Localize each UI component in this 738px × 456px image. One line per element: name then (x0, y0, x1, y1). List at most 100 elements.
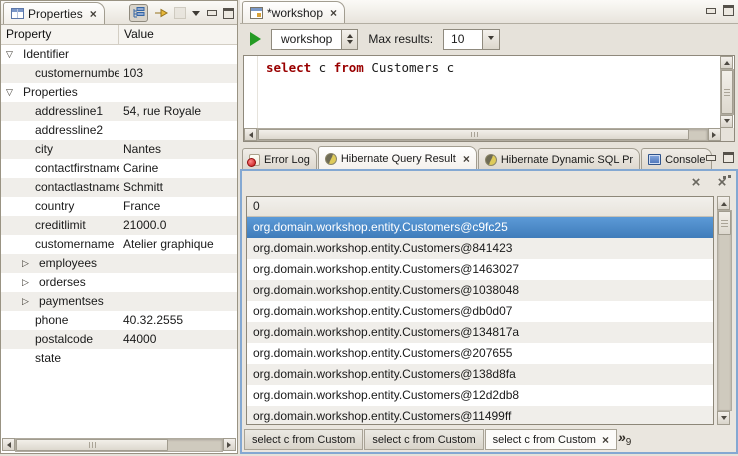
scroll-right-icon[interactable] (223, 438, 236, 451)
tab-error-log[interactable]: Error Log (242, 148, 317, 170)
expanded-arrow-icon[interactable]: ▽ (6, 45, 18, 64)
result-row[interactable]: org.domain.workshop.entity.Customers@134… (247, 322, 713, 343)
view-menu-icon[interactable] (192, 11, 200, 20)
property-row[interactable]: countryFrance (1, 197, 237, 216)
result-row[interactable]: org.domain.workshop.entity.Customers@138… (247, 364, 713, 385)
minimize-icon[interactable] (206, 8, 217, 18)
result-row[interactable]: org.domain.workshop.entity.Customers@103… (247, 280, 713, 301)
results-column-header[interactable]: 0 (247, 197, 713, 217)
scroll-thumb[interactable] (16, 439, 168, 451)
results-tabbar-tabs: Error LogHibernate Query Result×Hibernat… (242, 146, 712, 170)
property-value (119, 349, 237, 368)
maximize-icon[interactable] (723, 152, 734, 163)
property-row[interactable]: addressline154, rue Royale (1, 102, 237, 121)
tab-overflow-chevron[interactable]: » 9 (618, 430, 631, 448)
query-editor-area[interactable]: select c from Customers c (243, 55, 735, 142)
result-page-tab[interactable]: select c from Custom (364, 429, 483, 450)
property-row[interactable]: ▷employees (1, 254, 237, 273)
close-icon[interactable]: × (463, 153, 470, 165)
property-row[interactable]: ▷orderses (1, 273, 237, 292)
restore-default-value-icon[interactable] (174, 7, 186, 19)
property-row[interactable]: ▽Properties (1, 83, 237, 102)
result-row[interactable]: org.domain.workshop.entity.Customers@c9f… (247, 217, 713, 238)
minimize-icon[interactable] (705, 6, 716, 16)
tab-label: Properties (28, 7, 83, 21)
editor-query-line[interactable]: select c from Customers c (266, 60, 454, 75)
property-row[interactable]: postalcode44000 (1, 330, 237, 349)
tab-workshop-editor[interactable]: *workshop × (242, 1, 345, 23)
properties-table-icon (11, 8, 24, 19)
result-row[interactable]: org.domain.workshop.entity.Customers@207… (247, 343, 713, 364)
editor-hscrollbar (244, 128, 721, 141)
result-row[interactable]: org.domain.workshop.entity.Customers@12d… (247, 385, 713, 406)
tab-label: Console (665, 154, 705, 166)
max-results-label: Max results: (368, 32, 433, 46)
run-hql-icon[interactable] (250, 32, 261, 46)
column-header-value[interactable]: Value (119, 25, 237, 44)
tab-properties[interactable]: Properties × (3, 2, 105, 24)
configuration-combo[interactable]: workshop (271, 29, 358, 50)
query-token: select (266, 60, 311, 75)
show-advanced-properties-icon[interactable] (154, 7, 168, 19)
max-results-field[interactable]: 10 (443, 29, 483, 50)
close-icon[interactable]: × (602, 434, 609, 446)
minimize-icon[interactable] (705, 153, 716, 163)
property-row[interactable]: ▽Identifier (1, 45, 237, 64)
property-name-cell: ▷employees (1, 254, 119, 273)
property-row[interactable]: creditlimit21000.0 (1, 216, 237, 235)
categories-tree-icon[interactable] (129, 4, 148, 22)
dropdown-icon[interactable] (482, 29, 500, 50)
tab-console[interactable]: Console (641, 148, 712, 170)
result-page-tab[interactable]: select c from Custom× (485, 429, 617, 450)
editor-gutter (244, 56, 258, 128)
maximize-icon[interactable] (223, 8, 234, 19)
result-row[interactable]: org.domain.workshop.entity.Customers@db0… (247, 301, 713, 322)
collapsed-arrow-icon[interactable]: ▷ (22, 292, 34, 311)
property-name-cell: addressline1 (1, 102, 119, 121)
maximize-icon[interactable] (723, 5, 734, 16)
property-value (119, 121, 237, 140)
scroll-left-icon[interactable] (2, 438, 15, 451)
properties-view: Properties × Property Value ▽Identifierc… (0, 0, 238, 454)
properties-toolbar (129, 4, 234, 22)
scroll-right-icon[interactable] (708, 128, 721, 141)
scroll-up-icon[interactable] (720, 56, 733, 69)
collapsed-arrow-icon[interactable]: ▷ (22, 273, 34, 292)
property-value (119, 273, 237, 292)
tab-hibernate-dynamic-sql-pr[interactable]: Hibernate Dynamic SQL Pr (478, 148, 640, 170)
property-row[interactable]: customernameAtelier graphique (1, 235, 237, 254)
property-row[interactable]: customernumber103 (1, 64, 237, 83)
property-value: Carine (119, 159, 237, 178)
scroll-thumb[interactable] (258, 129, 689, 140)
spinner-icon[interactable] (341, 30, 357, 49)
close-icon[interactable]: × (330, 7, 337, 19)
expanded-arrow-icon[interactable]: ▽ (6, 83, 18, 102)
scroll-left-icon[interactable] (244, 128, 257, 141)
property-row[interactable]: state (1, 349, 237, 368)
scroll-down-icon[interactable] (720, 115, 733, 128)
close-page-icon[interactable] (689, 176, 703, 190)
close-icon[interactable]: × (90, 8, 97, 20)
hibernate-icon (485, 154, 497, 166)
property-row[interactable]: cityNantes (1, 140, 237, 159)
scroll-up-icon[interactable] (717, 196, 730, 210)
column-header-property[interactable]: Property (1, 25, 119, 44)
property-row[interactable]: addressline2 (1, 121, 237, 140)
property-row[interactable]: phone40.32.2555 (1, 311, 237, 330)
result-page-tab[interactable]: select c from Custom (244, 429, 363, 450)
scroll-thumb[interactable] (718, 211, 731, 235)
property-label: phone (35, 311, 68, 330)
tab-hibernate-query-result[interactable]: Hibernate Query Result× (318, 146, 477, 170)
close-all-pages-icon[interactable] (715, 176, 729, 190)
property-value: Atelier graphique (119, 235, 237, 254)
property-row[interactable]: ▷paymentses (1, 292, 237, 311)
property-row[interactable]: contactfirstnameCarine (1, 159, 237, 178)
result-row[interactable]: org.domain.workshop.entity.Customers@146… (247, 259, 713, 280)
tree-glyph (132, 7, 145, 19)
result-row[interactable]: org.domain.workshop.entity.Customers@841… (247, 238, 713, 259)
result-row[interactable]: org.domain.workshop.entity.Customers@114… (247, 406, 713, 425)
property-row[interactable]: contactlastnameSchmitt (1, 178, 237, 197)
scroll-down-icon[interactable] (717, 411, 730, 425)
scroll-thumb[interactable] (721, 70, 733, 114)
collapsed-arrow-icon[interactable]: ▷ (22, 254, 34, 273)
